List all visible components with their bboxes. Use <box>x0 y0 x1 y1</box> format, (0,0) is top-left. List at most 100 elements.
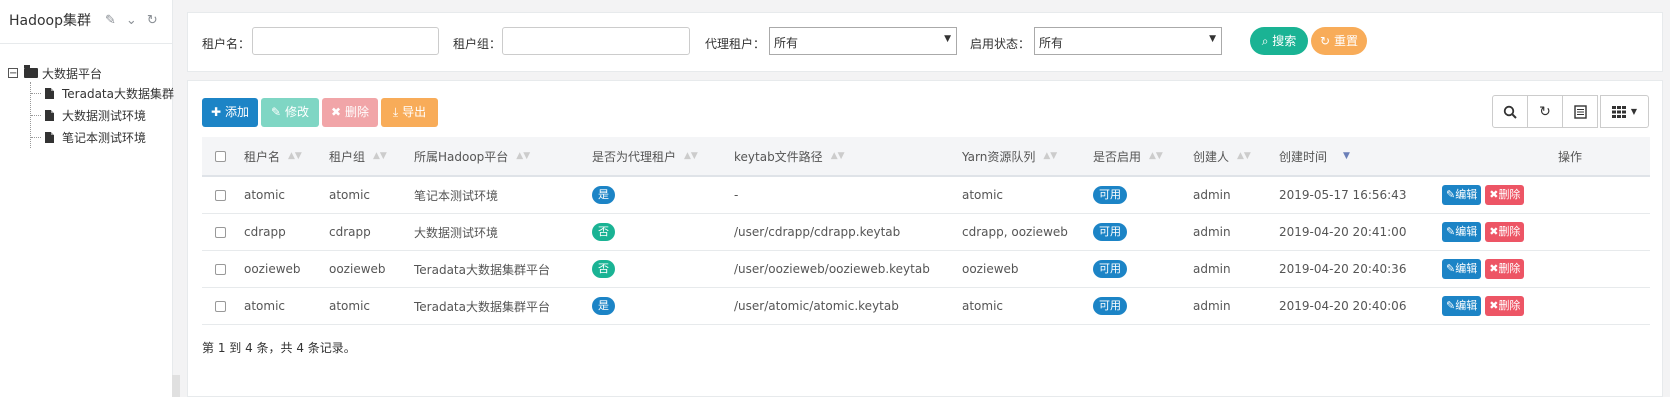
row-edit-button[interactable]: ✎编辑 <box>1442 296 1482 316</box>
reset-button[interactable]: ↻ 重置 <box>1311 27 1367 55</box>
cell-keytab: /user/oozieweb/oozieweb.keytab <box>734 262 930 276</box>
tree-item-label[interactable]: 笔记本测试环境 <box>62 129 146 146</box>
table-toggle-view-button[interactable] <box>1562 95 1598 128</box>
delete-button[interactable]: ✖ 删除 <box>322 98 378 127</box>
header-yarn-queue[interactable]: Yarn资源队列 ▲▼ <box>962 137 1057 175</box>
tree-root-label[interactable]: 大数据平台 <box>42 65 102 82</box>
refresh-icon[interactable]: ↻ <box>147 13 158 28</box>
tree-item-label[interactable]: Teradata大数据集群 <box>62 85 174 102</box>
cell-creator: admin <box>1193 225 1231 239</box>
export-button-label: 导出 <box>402 105 427 119</box>
chevron-down-icon[interactable]: ⌄ <box>126 13 137 28</box>
table-search-button[interactable] <box>1492 95 1528 128</box>
sidebar-scrollbar[interactable] <box>172 375 180 397</box>
caret-down-icon: ▼ <box>1630 107 1638 116</box>
cell-yarn-queue: atomic <box>962 188 1004 202</box>
tenant-name-label: 租户名： <box>202 37 251 51</box>
select-all-checkbox[interactable] <box>215 150 226 162</box>
proxy-tenant-select[interactable]: 所有 ▼ <box>769 27 957 55</box>
cell-created-time: 2019-04-20 20:41:00 <box>1279 225 1407 239</box>
tree-item-label[interactable]: 大数据测试环境 <box>62 107 146 124</box>
tenant-group-label: 租户组： <box>453 37 502 51</box>
header-created-time[interactable]: 创建时间 ▼ <box>1279 137 1350 175</box>
cell-keytab: - <box>734 188 739 202</box>
edit-icon[interactable]: ✎ <box>105 13 116 28</box>
columns-dropdown-button[interactable]: ▼ <box>1600 95 1649 128</box>
caret-down-icon: ▼ <box>1209 34 1216 44</box>
sidebar-header: Hadoop集群 ✎ ⌄ ↻ <box>9 10 158 30</box>
header-enabled[interactable]: 是否启用 ▲▼ <box>1093 137 1163 175</box>
tenant-table: 租户名 ▲▼ 租户组 ▲▼ 所属Hadoop平台 ▲▼ 是否为代理租户 ▲▼ keyta… <box>202 137 1650 325</box>
status-select[interactable]: 所有 ▼ <box>1034 27 1222 55</box>
header-label: keytab文件路径 <box>734 149 823 164</box>
proxy-badge: 否 <box>592 260 615 278</box>
row-edit-button[interactable]: ✎编辑 <box>1442 222 1482 242</box>
status-badge: 可用 <box>1093 260 1127 278</box>
search-panel: 租户名： 租户组： 代理租户： 所有 ▼ 启用状态： 所有 ▼ ⌕ 搜索 ↻ 重… <box>187 12 1663 72</box>
cell-tenant-name: atomic <box>244 299 286 313</box>
search-button[interactable]: ⌕ 搜索 <box>1250 27 1308 55</box>
header-creator[interactable]: 创建人 ▲▼ <box>1193 137 1251 175</box>
table-refresh-button[interactable]: ↻ <box>1527 95 1563 128</box>
row-edit-button[interactable]: ✎编辑 <box>1442 185 1482 205</box>
row-checkbox[interactable] <box>215 263 226 275</box>
row-delete-label: 删除 <box>1498 262 1521 275</box>
cell-keytab: /user/atomic/atomic.keytab <box>734 299 899 313</box>
cell-tenant-group: cdrapp <box>329 225 371 239</box>
table-row: atomic atomic 笔记本测试环境 是 - atomic 可用 admi… <box>202 177 1650 214</box>
header-tenant-group[interactable]: 租户组 ▲▼ <box>329 137 387 175</box>
search-button-label: 搜索 <box>1272 34 1297 48</box>
header-platform[interactable]: 所属Hadoop平台 ▲▼ <box>414 137 530 175</box>
row-delete-button[interactable]: ✖删除 <box>1485 259 1525 279</box>
header-label: 创建时间 <box>1279 149 1328 164</box>
edit-button[interactable]: ✎ 修改 <box>261 98 319 127</box>
tree-item-test-env[interactable]: 大数据测试环境 <box>31 104 174 126</box>
collapse-icon[interactable]: − <box>8 68 18 79</box>
folder-open-icon <box>24 65 38 78</box>
add-button[interactable]: ✚ 添加 <box>202 98 258 127</box>
cell-tenant-name: cdrapp <box>244 225 286 239</box>
cell-yarn-queue: oozieweb <box>962 262 1019 276</box>
header-keytab[interactable]: keytab文件路径 ▲▼ <box>734 137 845 175</box>
tree-root[interactable]: − 大数据平台 <box>8 64 174 82</box>
cell-yarn-queue: atomic <box>962 299 1004 313</box>
tree-item-teradata[interactable]: Teradata大数据集群 <box>31 82 174 104</box>
cell-platform: 大数据测试环境 <box>414 225 499 240</box>
row-checkbox[interactable] <box>215 226 226 238</box>
edit-icon: ✎ <box>271 105 282 119</box>
row-edit-button[interactable]: ✎编辑 <box>1442 259 1482 279</box>
export-button[interactable]: ⤓ 导出 <box>381 98 438 127</box>
row-delete-button[interactable]: ✖删除 <box>1485 222 1525 242</box>
header-proxy[interactable]: 是否为代理租户 ▲▼ <box>592 137 698 175</box>
cell-tenant-group: atomic <box>329 188 371 202</box>
header-label: 是否启用 <box>1093 149 1142 164</box>
sort-icon: ▲▼ <box>288 151 302 161</box>
tree-item-laptop-env[interactable]: 笔记本测试环境 <box>31 126 174 148</box>
cell-created-time: 2019-04-20 20:40:06 <box>1279 299 1407 313</box>
sort-desc-icon: ▼ <box>1343 151 1350 161</box>
row-delete-button[interactable]: ✖删除 <box>1485 296 1525 316</box>
header-tenant-name[interactable]: 租户名 ▲▼ <box>244 137 302 175</box>
row-delete-button[interactable]: ✖删除 <box>1485 185 1525 205</box>
row-checkbox[interactable] <box>215 189 226 201</box>
cell-platform: Teradata大数据集群平台 <box>414 262 550 277</box>
cell-creator: admin <box>1193 262 1231 276</box>
tenant-group-input[interactable] <box>502 27 690 55</box>
row-edit-label: 编辑 <box>1455 262 1478 275</box>
tenant-name-input[interactable] <box>252 27 439 55</box>
row-edit-label: 编辑 <box>1455 299 1478 312</box>
table-tools: ↻ ▼ <box>1492 95 1649 128</box>
header-label: Yarn资源队列 <box>962 149 1036 164</box>
reset-button-label: 重置 <box>1333 34 1358 48</box>
grid-icon <box>1611 105 1626 118</box>
sidebar-divider <box>0 43 172 44</box>
sort-icon: ▲▼ <box>830 151 845 161</box>
table-row: oozieweb oozieweb Teradata大数据集群平台 否 /use… <box>202 251 1650 288</box>
header-label: 是否为代理租户 <box>592 149 677 164</box>
download-icon: ⤓ <box>392 105 399 119</box>
refresh-icon: ↻ <box>1539 103 1551 120</box>
header-label: 租户名 <box>244 149 281 164</box>
row-checkbox[interactable] <box>215 300 226 312</box>
list-icon <box>1573 104 1587 119</box>
cell-tenant-group: oozieweb <box>329 262 386 276</box>
